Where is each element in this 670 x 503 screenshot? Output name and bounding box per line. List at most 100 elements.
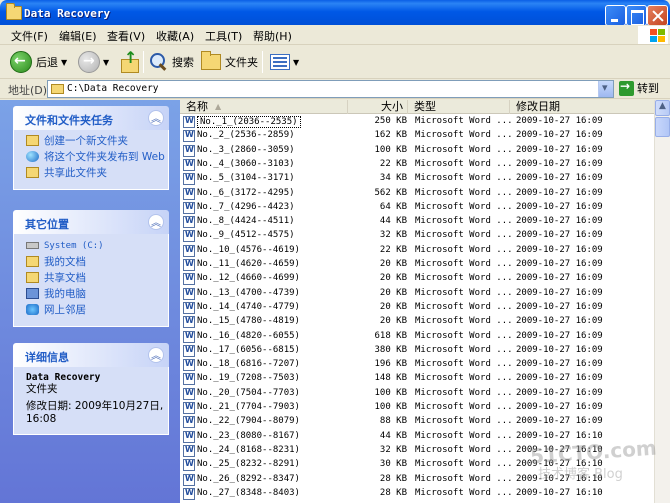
file-row[interactable]: No._2_(2536--2859) 162 KB Microsoft Word .… bbox=[180, 129, 654, 143]
file-list[interactable]: 名称 ▲ 大小 类型 修改日期 No._1_(2036--2535) 250 KB… bbox=[180, 100, 654, 503]
file-row[interactable]: No._24_(8168--8231) 32 KB Microsoft Word .… bbox=[180, 444, 654, 458]
file-row[interactable]: No._20_(7504--7703) 100 KB Microsoft Word … bbox=[180, 387, 654, 401]
column-header-type[interactable]: 类型 bbox=[408, 100, 510, 114]
file-row[interactable]: No._25_(8232--8291) 30 KB Microsoft Word .… bbox=[180, 458, 654, 472]
column-header-modified[interactable]: 修改日期 bbox=[510, 100, 654, 114]
file-row[interactable]: No._21_(7704--7903) 100 KB Microsoft Word … bbox=[180, 401, 654, 415]
file-row[interactable]: No._14_(4740--4779) 20 KB Microsoft Word .… bbox=[180, 301, 654, 315]
views-button[interactable]: ▼ bbox=[270, 49, 299, 75]
file-modified: 2009-10-27 16:09 bbox=[516, 201, 603, 212]
folders-button[interactable]: 文件夹 bbox=[201, 49, 258, 75]
close-button[interactable] bbox=[647, 5, 668, 26]
file-name: No._27_(8348--8403) bbox=[197, 487, 300, 498]
file-row[interactable]: No._5_(3104--3171) 34 KB Microsoft Word ..… bbox=[180, 172, 654, 186]
address-label: 地址(D) bbox=[8, 84, 48, 97]
file-modified: 2009-10-27 16:09 bbox=[516, 316, 603, 327]
file-type: Microsoft Word ... bbox=[415, 444, 513, 455]
place-system-drive[interactable]: System (C:) bbox=[26, 239, 168, 252]
file-row[interactable]: No._3_(2860--3059) 100 KB Microsoft Word .… bbox=[180, 144, 654, 158]
file-row[interactable]: No._23_(8080--8167) 44 KB Microsoft Word .… bbox=[180, 430, 654, 444]
address-dropdown-button[interactable] bbox=[598, 81, 613, 97]
file-size: 20 KB bbox=[379, 259, 407, 269]
file-modified: 2009-10-27 16:09 bbox=[516, 330, 603, 341]
word-document-icon bbox=[183, 173, 195, 186]
file-modified: 2009-10-27 16:09 bbox=[516, 359, 603, 370]
file-row[interactable]: No._11_(4620--4659) 20 KB Microsoft Word .… bbox=[180, 258, 654, 272]
minimize-button[interactable] bbox=[605, 5, 626, 26]
scroll-thumb[interactable] bbox=[655, 117, 670, 137]
place-network-places[interactable]: 网上邻居 bbox=[26, 304, 168, 316]
panel-header[interactable]: 其它位置 bbox=[13, 210, 169, 234]
task-new-folder[interactable]: 创建一个新文件夹 bbox=[26, 135, 168, 147]
chevron-down-icon: ▼ bbox=[103, 57, 110, 67]
file-row[interactable]: No._13_(4700--4739) 20 KB Microsoft Word .… bbox=[180, 287, 654, 301]
file-modified: 2009-10-27 16:09 bbox=[516, 402, 603, 412]
menu-favorites[interactable]: 收藏(A) bbox=[156, 28, 194, 44]
collapse-icon[interactable] bbox=[148, 110, 164, 126]
file-row[interactable]: No._6_(3172--4295) 562 KB Microsoft Word .… bbox=[180, 187, 654, 201]
menu-file[interactable]: 文件(F) bbox=[11, 28, 48, 44]
maximize-button[interactable] bbox=[626, 5, 647, 26]
file-row[interactable]: No._15_(4780--4819) 20 KB Microsoft Word .… bbox=[180, 315, 654, 329]
file-type: Microsoft Word ... bbox=[415, 316, 513, 327]
file-modified: 2009-10-27 16:09 bbox=[516, 173, 603, 184]
place-my-computer[interactable]: 我的电脑 bbox=[26, 288, 168, 300]
place-my-documents[interactable]: 我的文档 bbox=[26, 256, 168, 268]
menu-view[interactable]: 查看(V) bbox=[107, 28, 145, 44]
file-row[interactable]: No._16_(4820--6055) 618 KB Microsoft Word … bbox=[180, 330, 654, 344]
file-row[interactable]: No._19_(7208--7503) 148 KB Microsoft Word … bbox=[180, 372, 654, 386]
folder-icon bbox=[6, 3, 22, 20]
word-document-icon bbox=[183, 144, 195, 157]
panel-body: 创建一个新文件夹 将这个文件夹发布到 Web 共享此文件夹 bbox=[13, 130, 169, 190]
file-row[interactable]: No._9_(4512--4575) 32 KB Microsoft Word ..… bbox=[180, 229, 654, 243]
task-publish-web[interactable]: 将这个文件夹发布到 Web bbox=[26, 151, 168, 163]
detail-modified-date: 修改日期: 2009年10月27日, 16:08 bbox=[26, 400, 164, 425]
panel-header[interactable]: 详细信息 bbox=[13, 343, 169, 367]
word-document-icon bbox=[183, 330, 195, 343]
back-button[interactable]: 后退 ▼ bbox=[10, 49, 67, 75]
file-type: Microsoft Word ... bbox=[415, 259, 513, 269]
my-computer-icon bbox=[26, 288, 39, 299]
file-row[interactable]: No._4_(3060--3103) 22 KB Microsoft Word ..… bbox=[180, 158, 654, 172]
file-modified: 2009-10-27 16:10 bbox=[516, 444, 603, 455]
file-row[interactable]: No._26_(8292--8347) 28 KB Microsoft Word .… bbox=[180, 473, 654, 487]
file-row[interactable]: No._18_(6816--7207) 196 KB Microsoft Word … bbox=[180, 358, 654, 372]
file-row[interactable]: No._7_(4296--4423) 64 KB Microsoft Word ..… bbox=[180, 201, 654, 215]
column-header-label: 名称 bbox=[186, 100, 208, 113]
menu-tools[interactable]: 工具(T) bbox=[205, 28, 242, 44]
file-row[interactable]: No._12_(4660--4699) 20 KB Microsoft Word .… bbox=[180, 272, 654, 286]
file-name: No._7_(4296--4423) bbox=[197, 201, 295, 212]
file-row[interactable]: No._27_(8348--8403) 28 KB Microsoft Word .… bbox=[180, 487, 654, 501]
file-row[interactable]: No._17_(6056--6815) 380 KB Microsoft Word … bbox=[180, 344, 654, 358]
file-name: No._17_(6056--6815) bbox=[197, 344, 300, 355]
task-label: 创建一个新文件夹 bbox=[44, 135, 128, 147]
go-button[interactable]: 转到 bbox=[619, 79, 659, 96]
column-header-name[interactable]: 名称 ▲ bbox=[180, 100, 348, 114]
file-type: Microsoft Word ... bbox=[415, 473, 513, 484]
scroll-up-button[interactable] bbox=[655, 100, 670, 116]
menu-edit[interactable]: 编辑(E) bbox=[59, 28, 97, 44]
sort-ascending-icon: ▲ bbox=[215, 102, 222, 111]
vertical-scrollbar[interactable] bbox=[654, 100, 670, 503]
file-row[interactable]: No._1_(2036--2535) 250 KB Microsoft Word .… bbox=[180, 115, 654, 129]
place-shared-documents[interactable]: 共享文档 bbox=[26, 272, 168, 284]
file-row[interactable]: No._22_(7904--8079) 88 KB Microsoft Word .… bbox=[180, 415, 654, 429]
forward-button[interactable]: ▼ bbox=[78, 49, 109, 75]
views-icon bbox=[270, 54, 290, 70]
collapse-icon[interactable] bbox=[148, 347, 164, 363]
word-document-icon bbox=[183, 444, 195, 457]
task-share-folder[interactable]: 共享此文件夹 bbox=[26, 167, 168, 179]
network-places-icon bbox=[26, 304, 39, 315]
panel-header[interactable]: 文件和文件夹任务 bbox=[13, 106, 169, 130]
address-input[interactable]: C:\Data Recovery bbox=[47, 80, 614, 98]
menu-bar: 文件(F) 编辑(E) 查看(V) 收藏(A) 工具(T) 帮助(H) bbox=[0, 25, 670, 45]
column-header-size[interactable]: 大小 bbox=[348, 100, 408, 114]
file-row[interactable]: No._10_(4576--4619) 22 KB Microsoft Word .… bbox=[180, 244, 654, 258]
file-row[interactable]: No._8_(4424--4511) 44 KB Microsoft Word ..… bbox=[180, 215, 654, 229]
up-folder-button[interactable] bbox=[119, 48, 139, 75]
menu-help[interactable]: 帮助(H) bbox=[253, 28, 292, 44]
collapse-icon[interactable] bbox=[148, 214, 164, 230]
search-button[interactable]: 搜索 bbox=[149, 49, 194, 75]
word-document-icon bbox=[183, 273, 195, 286]
file-modified: 2009-10-27 16:09 bbox=[516, 287, 603, 298]
